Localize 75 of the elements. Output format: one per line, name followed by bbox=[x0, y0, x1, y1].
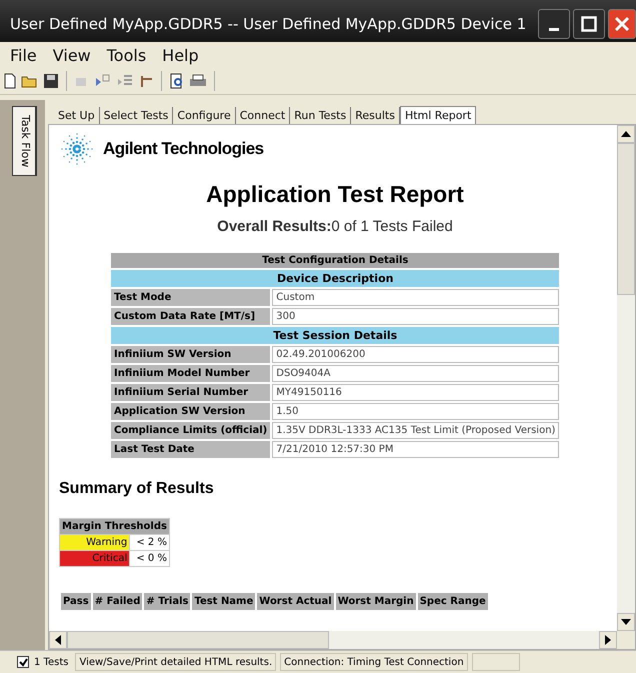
left-arrow-icon bbox=[55, 635, 61, 645]
overall-results: Overall Results:0 of 1 Tests Failed bbox=[216, 218, 454, 235]
close-button[interactable] bbox=[608, 9, 636, 39]
table-cell: < 0 % bbox=[130, 550, 170, 566]
table-cell: Last Test Date bbox=[111, 441, 270, 458]
table-cell: Application SW Version bbox=[111, 403, 270, 420]
save-icon[interactable] bbox=[43, 73, 59, 89]
status-pane bbox=[472, 653, 520, 671]
table-cell: 300 bbox=[272, 308, 560, 325]
column-header: # Trials bbox=[144, 593, 190, 610]
column-header: Worst Margin bbox=[336, 593, 416, 610]
new-file-icon[interactable] bbox=[3, 73, 17, 89]
section-title: Summary of Results bbox=[59, 480, 215, 498]
section-heading: Test Session Details bbox=[111, 327, 560, 344]
window-title: User Defined MyApp.GDDR5 -- User Defined MyApp.GDDR5 Device 1 bbox=[10, 15, 528, 33]
report-title: Application Test Report bbox=[205, 181, 465, 208]
maximize-button[interactable] bbox=[573, 9, 605, 39]
table-cell: 02.49.201006200 bbox=[272, 346, 560, 363]
printer-icon[interactable] bbox=[189, 73, 207, 89]
scroll-up-button[interactable] bbox=[617, 125, 635, 143]
menu-item[interactable]: Tools bbox=[98, 46, 154, 64]
status-connection: Connection: Timing Test Connection bbox=[280, 653, 468, 671]
bracket-icon[interactable] bbox=[138, 73, 154, 89]
table-cell: Critical bbox=[60, 550, 130, 566]
column-header: Test Name bbox=[192, 593, 256, 610]
column-header: Pass bbox=[61, 593, 91, 610]
right-arrow-icon bbox=[605, 635, 611, 645]
table-cell: Infiniium Model Number bbox=[111, 365, 270, 382]
scroll-right-button[interactable] bbox=[599, 631, 617, 649]
table-cell: Test Mode bbox=[111, 289, 270, 306]
table-cell: DSO9404A bbox=[272, 365, 560, 382]
tab[interactable]: Configure bbox=[173, 107, 236, 124]
column-header: # Failed bbox=[92, 593, 142, 610]
tab[interactable]: Run Tests bbox=[290, 107, 352, 124]
table-heading: Margin Thresholds bbox=[60, 518, 170, 534]
section-heading: Device Description bbox=[111, 270, 560, 287]
table-cell: MY49150116 bbox=[272, 384, 560, 401]
menu-item[interactable]: File bbox=[2, 46, 45, 64]
tab[interactable]: Set Up bbox=[54, 107, 100, 124]
menu-item[interactable]: Help bbox=[154, 46, 207, 64]
starburst-logo-icon bbox=[59, 131, 95, 167]
close-icon bbox=[614, 16, 630, 32]
tab[interactable]: Html Report bbox=[400, 106, 476, 124]
tab[interactable]: Connect bbox=[236, 107, 290, 124]
company-name: Agilent Technologies bbox=[103, 139, 264, 159]
table-heading: Test Configuration Details bbox=[111, 253, 560, 268]
table-cell: 7/21/2010 12:57:30 PM bbox=[272, 441, 560, 458]
table-cell: 1.50 bbox=[272, 403, 560, 420]
minimize-button[interactable] bbox=[538, 9, 570, 39]
table-cell: Custom bbox=[272, 289, 560, 306]
checkbox[interactable] bbox=[17, 656, 29, 668]
table-cell: Infiniium SW Version bbox=[111, 346, 270, 363]
down-arrow-icon bbox=[621, 619, 631, 625]
up-arrow-icon bbox=[621, 131, 631, 137]
menu-item[interactable]: View bbox=[44, 46, 99, 64]
table-cell: Warning bbox=[60, 534, 130, 550]
maximize-icon bbox=[581, 16, 597, 32]
column-header: Spec Range bbox=[418, 593, 488, 610]
table-cell: Infiniium Serial Number bbox=[111, 384, 270, 401]
run-checked-icon[interactable] bbox=[94, 73, 112, 89]
table-cell: < 2 % bbox=[130, 534, 170, 550]
scrollbar-thumb[interactable] bbox=[617, 143, 635, 295]
side-tab[interactable]: Task Flow bbox=[12, 106, 37, 176]
scrollbar-thumb[interactable] bbox=[67, 631, 329, 649]
minimize-icon bbox=[549, 28, 559, 30]
scroll-down-button[interactable] bbox=[617, 613, 635, 631]
print-preview-icon[interactable] bbox=[169, 73, 185, 89]
status-message: View/Save/Print detailed HTML results. bbox=[75, 653, 276, 671]
table-cell: 1.35V DDR3L-1333 AC135 Test Limit (Proposed Version) bbox=[272, 422, 560, 439]
table-cell: Custom Data Rate [MT/s] bbox=[111, 308, 270, 325]
table-cell: Compliance Limits (official) bbox=[111, 422, 270, 439]
status-text: 1 Tests bbox=[34, 656, 68, 668]
tab[interactable]: Select Tests bbox=[100, 107, 174, 124]
scroll-left-button[interactable] bbox=[49, 631, 67, 649]
column-header: Worst Actual bbox=[257, 593, 334, 610]
